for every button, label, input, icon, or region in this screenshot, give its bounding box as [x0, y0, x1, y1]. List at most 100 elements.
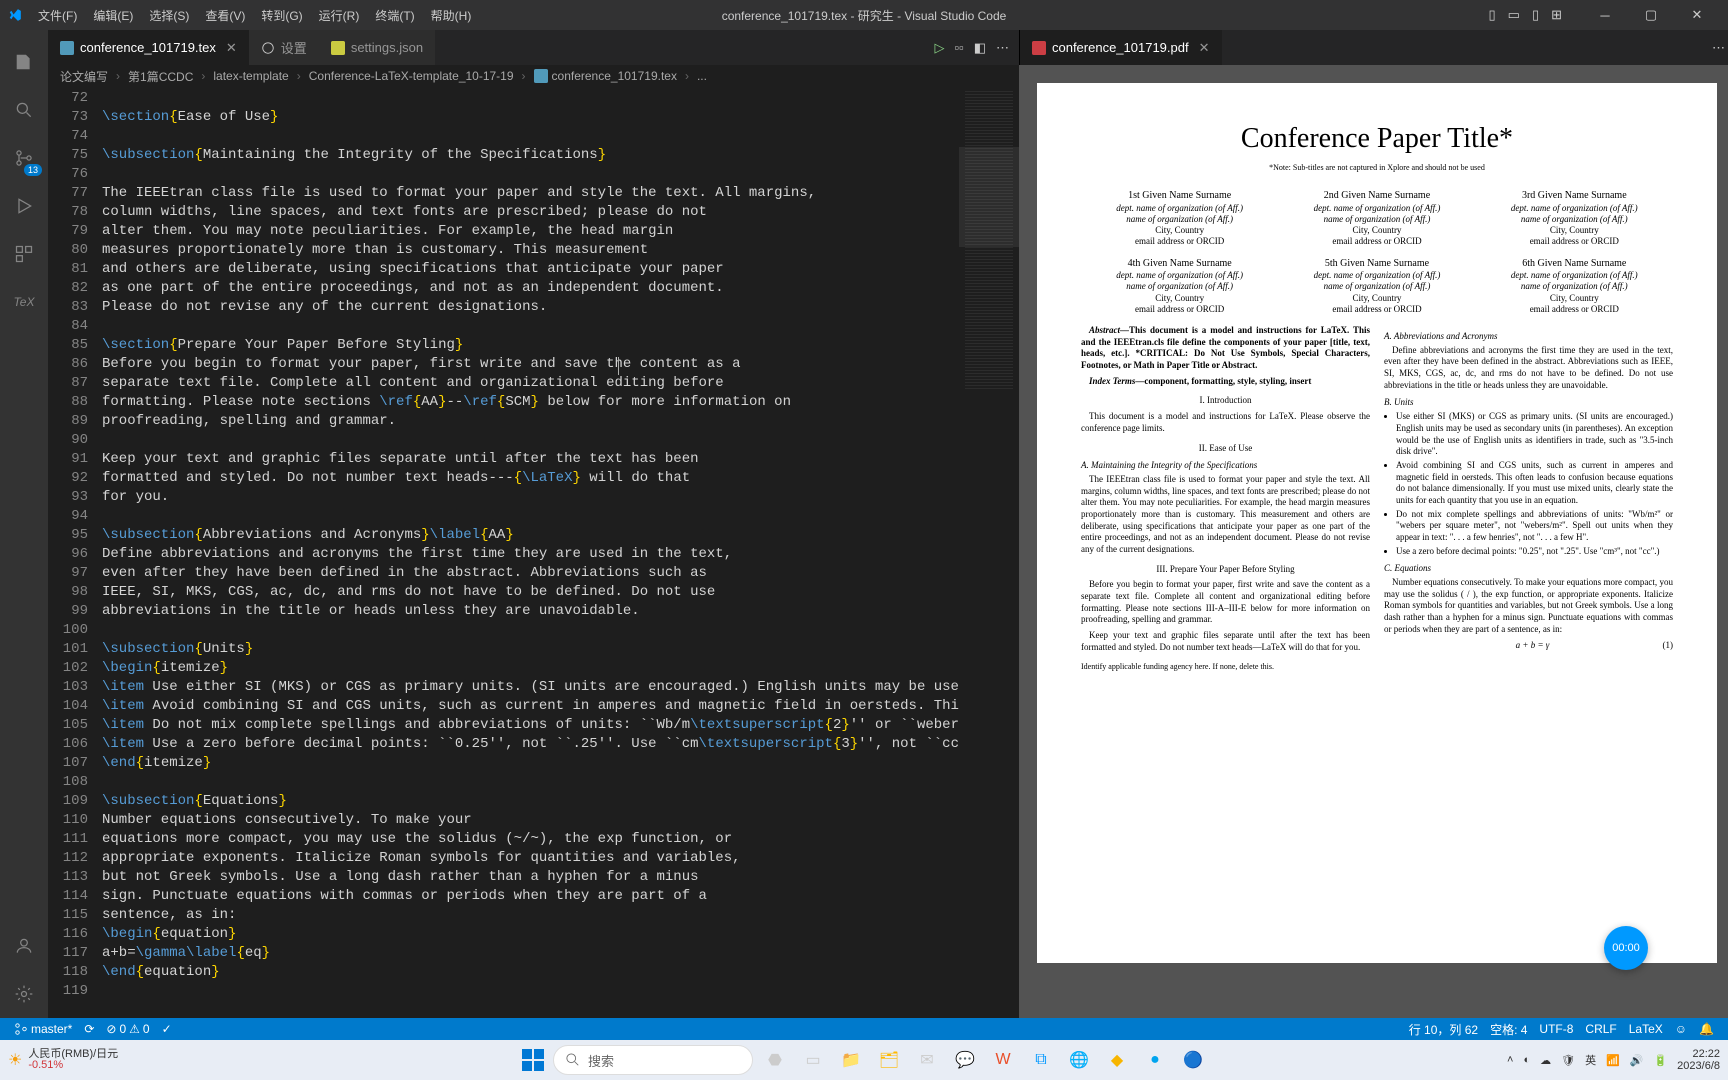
git-branch-icon: [14, 1022, 28, 1036]
tab-settings-json[interactable]: settings.json: [319, 30, 435, 65]
tray-icon[interactable]: ◐: [1523, 1054, 1530, 1066]
copilot-app-icon[interactable]: ⬣: [759, 1044, 791, 1076]
indentation[interactable]: 空格: 4: [1484, 1021, 1533, 1038]
app-icon-1[interactable]: ◆: [1101, 1044, 1133, 1076]
split-editor-icon[interactable]: ▫▫: [954, 40, 963, 56]
source-control-icon[interactable]: 13: [0, 134, 48, 182]
notifications-icon[interactable]: 🔔: [1693, 1021, 1720, 1038]
task-view-icon[interactable]: ▭: [797, 1044, 829, 1076]
more-actions-icon[interactable]: ⋯: [1712, 40, 1725, 56]
list-item: Use a zero before decimal points: "0.25"…: [1396, 546, 1673, 558]
author-block: 2nd Given Name Surnamedept. name of orga…: [1278, 190, 1475, 248]
account-icon[interactable]: [0, 922, 48, 970]
check-icon[interactable]: ✓: [156, 1022, 178, 1036]
more-actions-icon[interactable]: ⋯: [996, 40, 1009, 56]
run-debug-icon[interactable]: [0, 182, 48, 230]
diff-icon[interactable]: ◧: [974, 40, 986, 56]
sync-icon[interactable]: ⟳: [78, 1022, 100, 1036]
menu-view[interactable]: 查看(V): [197, 7, 253, 24]
eol[interactable]: CRLF: [1579, 1021, 1622, 1038]
taskbar-search[interactable]: 搜索: [553, 1045, 753, 1075]
search-icon[interactable]: [0, 86, 48, 134]
weather-icon: ☀: [8, 1050, 22, 1070]
menu-terminal[interactable]: 终端(T): [367, 7, 422, 24]
search-icon: [566, 1053, 580, 1067]
pdf-pane: conference_101719.pdf ✕ ⋯ Conference Pap…: [1019, 30, 1728, 1018]
paper-subtitle: *Note: Sub-titles are not captured in Xp…: [1081, 163, 1673, 172]
close-icon[interactable]: ✕: [226, 40, 237, 56]
menu-edit[interactable]: 编辑(E): [85, 7, 141, 24]
titlebar: 文件(F) 编辑(E) 选择(S) 查看(V) 转到(G) 运行(R) 终端(T…: [0, 0, 1728, 30]
wps-app-icon[interactable]: W: [987, 1044, 1019, 1076]
chrome-app-icon[interactable]: 🔵: [1177, 1044, 1209, 1076]
menu-file[interactable]: 文件(F): [30, 7, 85, 24]
layout-sidebar-left-icon[interactable]: ▯: [1488, 7, 1495, 23]
files-app-icon[interactable]: 🗂: [873, 1044, 905, 1076]
tab-settings[interactable]: 设置: [249, 30, 319, 65]
pdf-page: Conference Paper Title* *Note: Sub-title…: [1037, 83, 1717, 963]
run-icon[interactable]: ▷: [934, 40, 944, 56]
statusbar: master* ⟳ ⊘ 0 ⚠ 0 ✓ 行 10，列 62 空格: 4 UTF-…: [0, 1018, 1728, 1040]
vscode-app-icon[interactable]: ⧉: [1025, 1044, 1057, 1076]
maximize-button[interactable]: ▢: [1628, 0, 1674, 30]
mail-app-icon[interactable]: ✉: [911, 1044, 943, 1076]
encoding[interactable]: UTF-8: [1533, 1021, 1579, 1038]
wechat-app-icon[interactable]: 💬: [949, 1044, 981, 1076]
menu-goto[interactable]: 转到(G): [253, 7, 310, 24]
vscode-logo-icon: [8, 8, 22, 22]
breadcrumb[interactable]: 论文编写 第1篇CCDC latex-template Conference-L…: [48, 65, 1019, 87]
tex-file-icon: [534, 69, 548, 83]
feedback-icon[interactable]: ☺: [1669, 1021, 1693, 1038]
edge-app-icon[interactable]: 🌐: [1063, 1044, 1095, 1076]
tray-expand-icon[interactable]: ˄: [1507, 1054, 1513, 1066]
language-mode[interactable]: LaTeX: [1623, 1021, 1669, 1038]
extensions-icon[interactable]: [0, 230, 48, 278]
tab-tex-file[interactable]: conference_101719.tex ✕: [48, 30, 249, 65]
menu-select[interactable]: 选择(S): [141, 7, 197, 24]
minimap[interactable]: [959, 87, 1019, 1018]
clock[interactable]: 22:22 2023/6/8: [1677, 1048, 1720, 1072]
git-branch[interactable]: master*: [8, 1022, 78, 1036]
list-item: Avoid combining SI and CGS units, such a…: [1396, 460, 1673, 507]
tray-icon[interactable]: 🛡: [1561, 1054, 1575, 1067]
menu-run[interactable]: 运行(R): [311, 7, 368, 24]
editor-pane: conference_101719.tex ✕ 设置 settings.json…: [48, 30, 1019, 1018]
minimize-button[interactable]: ─: [1582, 0, 1628, 30]
line-gutter: 72 73 74 75 76 77 78 79 80 81 82 83 84 8…: [48, 87, 102, 1018]
code-area[interactable]: \section{Ease of Use} \subsection{Mainta…: [102, 87, 959, 1018]
list-item: Use either SI (MKS) or CGS as primary un…: [1396, 411, 1673, 458]
layout-panel-icon[interactable]: ▭: [1508, 7, 1520, 23]
volume-icon[interactable]: 🔊: [1630, 1054, 1644, 1067]
window-title: conference_101719.tex - 研究生 - Visual Stu…: [722, 7, 1007, 24]
list-item: Do not mix complete spellings and abbrev…: [1396, 509, 1673, 544]
author-block: 5th Given Name Surnamedept. name of orga…: [1278, 258, 1475, 316]
paper-title: Conference Paper Title*: [1081, 123, 1673, 155]
pdf-viewer[interactable]: Conference Paper Title* *Note: Sub-title…: [1019, 65, 1728, 1018]
close-icon[interactable]: ✕: [1199, 40, 1210, 56]
tex-icon[interactable]: TeX: [0, 278, 48, 326]
layout-sidebar-right-icon[interactable]: ▯: [1532, 7, 1539, 23]
weather-widget[interactable]: ☀ 人民币(RMB)/日元 -0.51%: [8, 1049, 118, 1071]
gear-icon: [261, 41, 275, 55]
json-file-icon: [331, 41, 345, 55]
battery-icon[interactable]: 🔋: [1653, 1054, 1667, 1067]
tray-icon[interactable]: ☁: [1540, 1054, 1551, 1067]
input-method-icon[interactable]: 英: [1585, 1052, 1596, 1068]
author-block: 6th Given Name Surnamedept. name of orga…: [1476, 258, 1673, 316]
start-button[interactable]: [519, 1046, 547, 1074]
explorer-icon[interactable]: [0, 38, 48, 86]
explorer-app-icon[interactable]: 📁: [835, 1044, 867, 1076]
layout-customize-icon[interactable]: ⊞: [1551, 7, 1562, 23]
cursor-position[interactable]: 行 10，列 62: [1403, 1021, 1484, 1038]
app-icon-2[interactable]: ●: [1139, 1044, 1171, 1076]
wifi-icon[interactable]: 📶: [1606, 1054, 1620, 1067]
problems-indicator[interactable]: ⊘ 0 ⚠ 0: [100, 1022, 155, 1036]
timer-bubble[interactable]: 00:00: [1604, 926, 1648, 970]
settings-gear-icon[interactable]: [0, 970, 48, 1018]
close-window-button[interactable]: ✕: [1674, 0, 1720, 30]
author-block: 3rd Given Name Surnamedept. name of orga…: [1476, 190, 1673, 248]
scm-badge: 13: [24, 164, 42, 176]
tab-pdf-file[interactable]: conference_101719.pdf ✕: [1020, 30, 1222, 65]
taskbar: ☀ 人民币(RMB)/日元 -0.51% 搜索 ⬣ ▭ 📁 🗂 ✉ 💬 W ⧉ …: [0, 1040, 1728, 1080]
menu-help[interactable]: 帮助(H): [423, 7, 480, 24]
